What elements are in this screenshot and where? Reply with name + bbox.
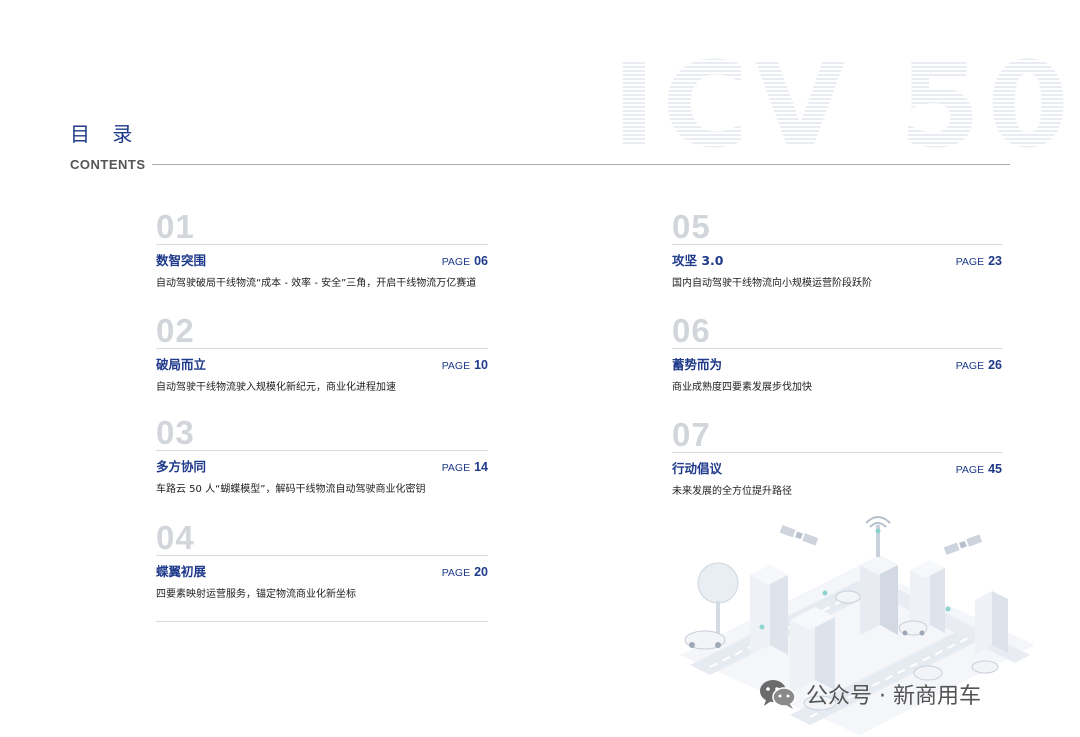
toc-entry-03[interactable]: 03 多方协同 PAGE 14 车路云 50 人“蝴蝶模型”，解码干线物流自动驾驶… [156, 416, 488, 495]
toc-entry-04[interactable]: 04 蝶翼初展 PAGE 20 四要素映射运营服务，锚定物流商业化新坐标 [156, 521, 488, 600]
list-end-divider [156, 621, 488, 622]
section-number: 07 [672, 416, 711, 453]
toc-entry-05[interactable]: 05 攻坚 3.0 PAGE 23 国内自动驾驶干线物流向小规模运营阶段跃阶 [672, 210, 1002, 289]
entry-divider [156, 450, 488, 451]
section-title: 蓄势而为 [672, 357, 723, 372]
section-number: 03 [156, 414, 195, 451]
entry-divider [672, 348, 1002, 349]
section-title: 多方协同 [156, 459, 207, 474]
section-description: 国内自动驾驶干线物流向小规模运营阶段跃阶 [672, 278, 872, 289]
section-title: 攻坚 3.0 [672, 253, 724, 268]
wechat-account-credit: 公众号 · 新商用车 [758, 678, 981, 710]
section-description: 车路云 50 人“蝴蝶模型”，解码干线物流自动驾驶商业化密钥 [156, 484, 426, 495]
section-description: 四要素映射运营服务，锚定物流商业化新坐标 [156, 589, 356, 600]
section-description: 商业成熟度四要素发展步伐加快 [672, 382, 812, 393]
wechat-account-name: 公众号 · 新商用车 [806, 684, 981, 709]
section-description: 自动驾驶干线物流驶入规模化新纪元，商业化进程加速 [156, 382, 396, 393]
entry-divider [672, 452, 1002, 453]
toc-entry-01[interactable]: 01 数智突围 PAGE 06 自动驾驶破局干线物流“成本 - 效率 - 安全”三… [156, 210, 488, 289]
entry-divider [156, 244, 488, 245]
page-ref: PAGE 10 [441, 358, 488, 372]
wechat-icon [760, 680, 796, 709]
section-title: 行动倡议 [672, 461, 723, 476]
section-number: 04 [156, 519, 195, 556]
toc-entry-06[interactable]: 06 蓄势而为 PAGE 26 商业成熟度四要素发展步伐加快 [672, 314, 1002, 393]
page-ref: PAGE 06 [441, 254, 488, 268]
section-title: 数智突围 [156, 253, 207, 268]
page-ref: PAGE 14 [441, 460, 488, 474]
page-ref: PAGE 45 [955, 462, 1002, 476]
section-description: 自动驾驶破局干线物流“成本 - 效率 - 安全”三角，开启干线物流万亿赛道 [156, 278, 477, 289]
background-watermark: ICV 50 [612, 36, 1076, 174]
section-number: 06 [672, 312, 711, 349]
page-subtitle: CONTENTS [70, 157, 146, 172]
section-number: 01 [156, 208, 195, 245]
page-title: 目 录 [70, 122, 141, 146]
entry-divider [156, 555, 488, 556]
section-number: 05 [672, 208, 711, 245]
page-ref: PAGE 26 [955, 358, 1002, 372]
entry-divider [156, 348, 488, 349]
toc-entry-02[interactable]: 02 破局而立 PAGE 10 自动驾驶干线物流驶入规模化新纪元，商业化进程加速 [156, 314, 488, 393]
toc-entry-07[interactable]: 07 行动倡议 PAGE 45 未来发展的全方位提升路径 [672, 418, 1002, 497]
section-title: 破局而立 [156, 357, 207, 372]
section-number: 02 [156, 312, 195, 349]
entry-divider [672, 244, 1002, 245]
section-description: 未来发展的全方位提升路径 [672, 486, 792, 497]
section-title: 蝶翼初展 [156, 564, 207, 579]
page-ref: PAGE 23 [955, 254, 1002, 268]
page-ref: PAGE 20 [441, 565, 488, 579]
header-divider [152, 164, 1010, 165]
